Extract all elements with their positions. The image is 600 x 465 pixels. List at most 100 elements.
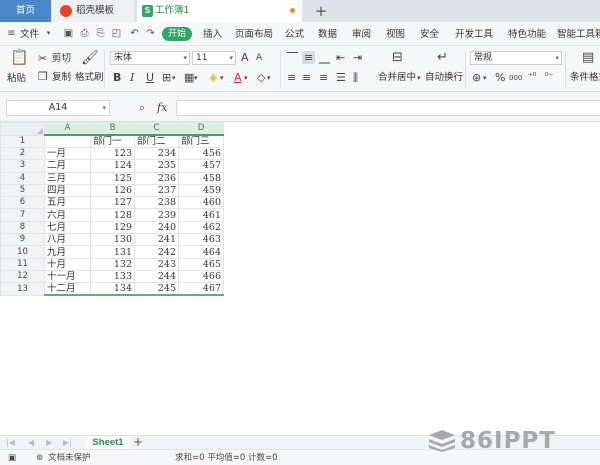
tab-workbook[interactable]: S 工作簿1 [137, 0, 302, 22]
menu-page-layout[interactable]: 页面布局 [235, 27, 273, 42]
align-bottom-icon[interactable]: ⎽ [319, 51, 330, 64]
row-header[interactable]: 13 [0, 282, 45, 296]
align-top-icon[interactable]: ⎺ [287, 51, 298, 64]
font-name-select[interactable]: 宋体 ▾ [110, 51, 190, 65]
chevron-down-icon[interactable]: ▾ [267, 72, 271, 85]
justify-icon[interactable]: ☰ [336, 71, 346, 84]
borders-icon[interactable]: ⊞ [162, 71, 171, 84]
format-painter-icon[interactable]: 🖌 [81, 51, 99, 65]
grow-font-icon[interactable]: A [241, 51, 249, 64]
grid-cell[interactable]: 467 [178, 282, 224, 297]
column-header-c[interactable]: C [134, 122, 179, 136]
spreadsheet-grid[interactable]: A B C D 1 部门一 部门二 部门三 2 一月 123 234 456 3 二月 124 235 4… [0, 122, 224, 297]
align-middle-icon[interactable]: ≡ [302, 51, 315, 64]
grid-cell[interactable]: 133 [90, 269, 135, 284]
grid-cell[interactable]: 六月 [44, 208, 91, 222]
menu-start[interactable]: 开始 [162, 27, 192, 41]
grid-cell[interactable]: 465 [178, 257, 224, 271]
select-all-corner[interactable] [0, 122, 45, 136]
grid-cell[interactable]: 128 [90, 208, 135, 222]
column-header-b[interactable]: B [90, 122, 135, 136]
first-sheet-icon[interactable]: |◀ [6, 436, 15, 449]
grid-cell[interactable]: 462 [178, 220, 224, 235]
format-painter-button[interactable]: 格式刷 [75, 71, 104, 84]
grid-cell[interactable]: 八月 [44, 233, 91, 247]
grid-cell[interactable] [44, 134, 91, 148]
grid-cell[interactable]: 十月 [44, 257, 91, 271]
hamburger-icon[interactable]: ≡ [6, 28, 17, 39]
cell-style-icon[interactable]: ▦ [184, 71, 194, 84]
document-protection-status[interactable]: 文档未保护 [48, 452, 91, 464]
grid-cell[interactable]: 五月 [44, 196, 91, 210]
grid-cell[interactable]: 234 [134, 146, 179, 161]
grid-cell[interactable]: 127 [90, 196, 135, 210]
bold-button[interactable]: B [113, 71, 121, 84]
chevron-down-icon[interactable]: ▾ [417, 72, 421, 85]
grid-cell[interactable]: 一月 [44, 146, 91, 161]
wrap-text-icon[interactable]: ↵ [437, 51, 448, 64]
undo-icon[interactable]: ↶ [129, 28, 140, 39]
copy-button[interactable]: 复制 [52, 71, 71, 84]
indent-increase-icon[interactable]: ⇥ [353, 51, 362, 64]
align-left-icon[interactable]: ≡ [287, 71, 296, 84]
chevron-down-icon[interactable]: ▾ [43, 28, 54, 39]
print-icon[interactable]: ⎘ [95, 28, 106, 39]
save-icon[interactable]: ▣ [63, 28, 74, 39]
align-right-icon[interactable]: ≡ [319, 71, 328, 84]
grid-cell[interactable]: 458 [178, 171, 224, 185]
formula-input[interactable] [176, 100, 600, 116]
chevron-down-icon[interactable]: ▾ [220, 72, 224, 85]
row-header[interactable]: 7 [0, 208, 45, 222]
tab-home[interactable]: 首页 [0, 0, 51, 22]
tab-templates[interactable]: 稻壳模板 [52, 0, 134, 22]
grid-cell[interactable]: 131 [90, 245, 135, 259]
grid-cell[interactable]: 十一月 [44, 269, 91, 284]
align-center-icon[interactable]: ≡ [302, 71, 311, 84]
thousands-button[interactable]: 000 [509, 72, 522, 85]
prev-sheet-icon[interactable]: ◀ [28, 436, 34, 449]
decrease-decimal-icon[interactable]: ⁰⁻ [545, 71, 553, 84]
row-header[interactable]: 9 [0, 233, 45, 247]
grid-cell[interactable]: 九月 [44, 245, 91, 259]
grid-cell[interactable]: 243 [134, 257, 179, 271]
row-header[interactable]: 5 [0, 183, 45, 198]
row-header[interactable]: 2 [0, 146, 45, 161]
row-header[interactable]: 1 [0, 134, 45, 148]
row-header[interactable]: 8 [0, 220, 45, 235]
grid-cell[interactable]: 240 [134, 220, 179, 235]
grid-cell[interactable]: 457 [178, 159, 224, 173]
currency-icon[interactable]: ⊛ [472, 71, 481, 84]
grid-cell[interactable]: 456 [178, 146, 224, 161]
macro-record-icon[interactable]: ▣ [8, 452, 16, 464]
menu-security[interactable]: 安全 [420, 27, 439, 42]
column-header-a[interactable]: A [44, 122, 91, 136]
print-preview-icon[interactable]: ⎙ [79, 28, 90, 39]
export-icon[interactable]: ◰ [111, 28, 122, 39]
distributed-icon[interactable]: ⫼ [353, 71, 358, 84]
row-header[interactable]: 10 [0, 245, 45, 259]
grid-cell[interactable]: 239 [134, 208, 179, 222]
row-header[interactable]: 12 [0, 269, 45, 284]
grid-cell[interactable]: 132 [90, 257, 135, 271]
cut-button[interactable]: 剪切 [52, 52, 71, 65]
grid-cell[interactable]: 123 [90, 146, 135, 161]
grid-cell[interactable]: 238 [134, 196, 179, 210]
clear-format-icon[interactable]: ◇ [257, 71, 265, 84]
menu-insert[interactable]: 插入 [203, 27, 222, 42]
chevron-down-icon[interactable]: ▾ [172, 72, 176, 85]
merge-center-icon[interactable]: ⊟ [392, 51, 403, 64]
font-color-icon[interactable]: A [234, 71, 242, 84]
sheet-tab-sheet1[interactable]: Sheet1 [86, 436, 130, 450]
menu-file[interactable]: 文件 [20, 27, 39, 42]
scissors-icon[interactable]: ✂ [38, 52, 47, 65]
underline-button[interactable]: U [146, 71, 154, 84]
row-header[interactable]: 6 [0, 196, 45, 210]
name-box[interactable]: A14 ▾ [6, 100, 110, 116]
chevron-down-icon[interactable]: ▾ [194, 72, 198, 85]
menu-developer[interactable]: 开发工具 [455, 27, 493, 42]
conditional-format-icon[interactable]: ▤ [582, 51, 594, 64]
shrink-font-icon[interactable]: A [256, 52, 262, 65]
grid-cell[interactable]: 235 [134, 159, 179, 173]
italic-button[interactable]: I [130, 71, 134, 84]
paste-button[interactable]: 粘贴 [7, 72, 26, 85]
